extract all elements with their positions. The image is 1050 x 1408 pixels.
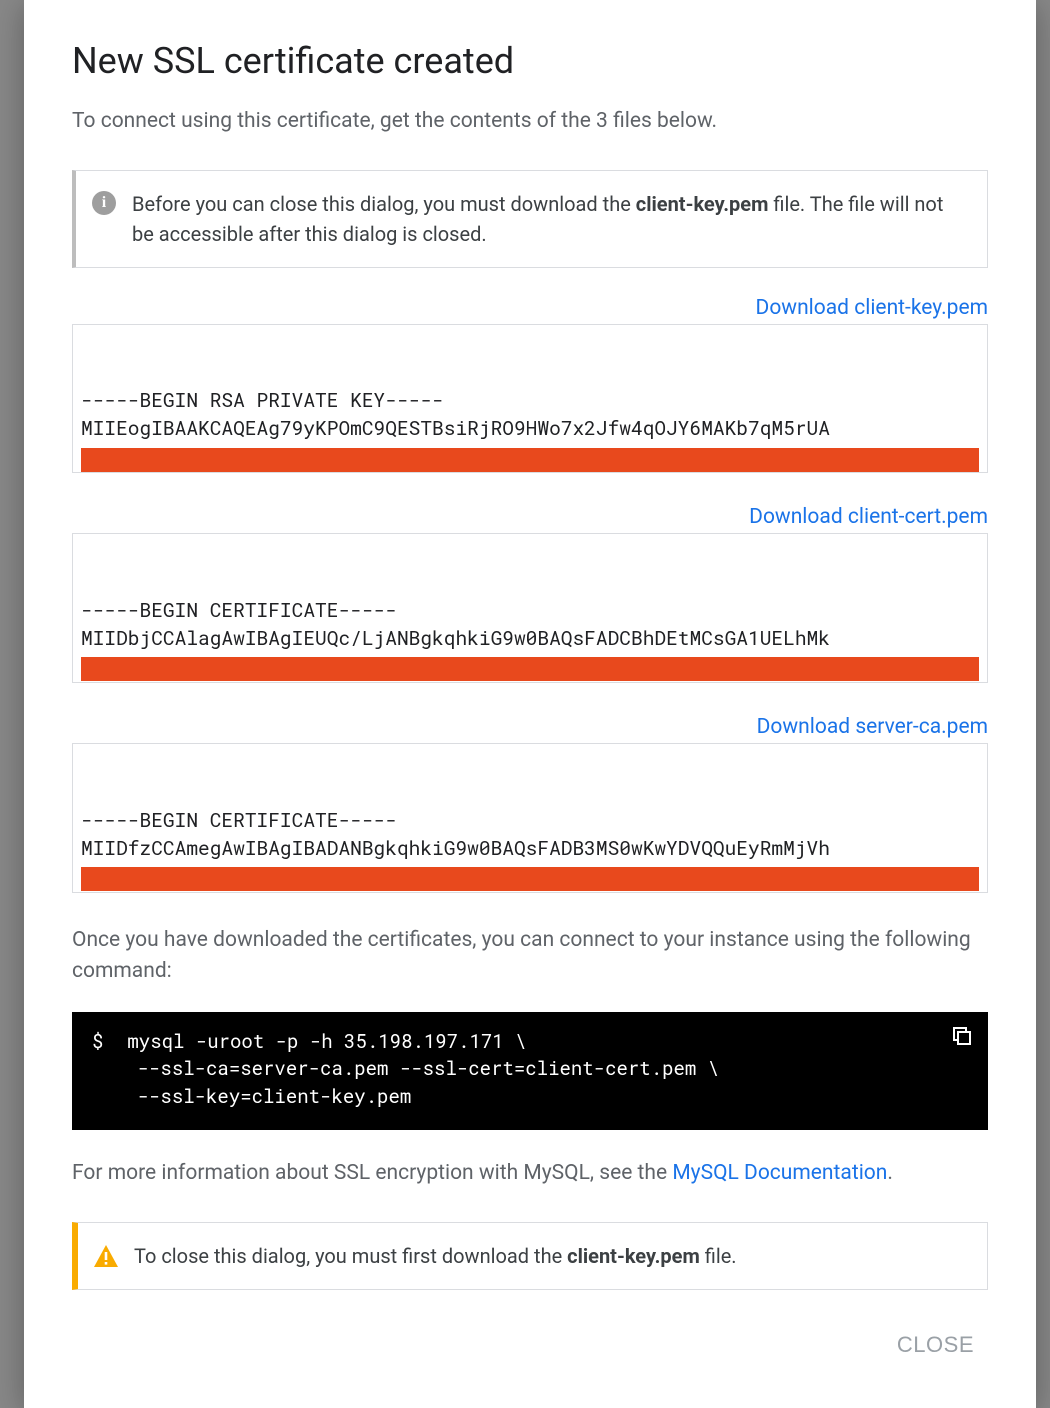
command-text: mysql -uroot -p -h 35.198.197.171 \ --ss… xyxy=(92,1029,719,1109)
cert-body-line: MIIDfzCCAmegAwIBAgIBADANBgkqhkiG9w0BAQsF… xyxy=(81,835,979,863)
warning-text: To close this dialog, you must first dow… xyxy=(134,1241,737,1271)
info-prefix: Before you can close this dialog, you mu… xyxy=(132,192,636,216)
more-info-text: For more information about SSL encryptio… xyxy=(72,1158,988,1190)
cert-body-line: MIIDbjCCAlagAwIBAgIEUQc/LjANBgkqhkiG9w0B… xyxy=(81,625,979,653)
client-key-content[interactable]: -----BEGIN RSA PRIVATE KEY-----MIIEogIBA… xyxy=(72,324,988,474)
mysql-documentation-link[interactable]: MySQL Documentation xyxy=(672,1161,887,1185)
warning-notice: To close this dialog, you must first dow… xyxy=(72,1222,988,1290)
more-info-suffix: . xyxy=(887,1161,893,1185)
copy-icon[interactable] xyxy=(950,1024,974,1048)
server-ca-content[interactable]: -----BEGIN CERTIFICATE-----MIIDfzCCAmegA… xyxy=(72,743,988,893)
info-bold: client-key.pem xyxy=(636,192,769,216)
redacted-block xyxy=(81,867,979,891)
dialog-title: New SSL certificate created xyxy=(72,40,988,82)
cert-header: -----BEGIN RSA PRIVATE KEY----- xyxy=(81,387,979,415)
redacted-block xyxy=(81,448,979,472)
client-cert-content[interactable]: -----BEGIN CERTIFICATE-----MIIDbjCCAlagA… xyxy=(72,533,988,683)
command-prompt: $ xyxy=(92,1029,103,1054)
info-notice-text: Before you can close this dialog, you mu… xyxy=(132,189,967,249)
warn-suffix: file. xyxy=(700,1244,737,1268)
warning-icon xyxy=(94,1245,118,1267)
info-icon: i xyxy=(92,191,116,215)
download-client-cert-link[interactable]: Download client-cert.pem xyxy=(72,505,988,529)
close-button[interactable]: CLOSE xyxy=(883,1322,988,1368)
warn-bold: client-key.pem xyxy=(567,1244,700,1268)
ssl-certificate-dialog: New SSL certificate created To connect u… xyxy=(24,0,1036,1408)
info-notice: i Before you can close this dialog, you … xyxy=(72,170,988,268)
more-info-prefix: For more information about SSL encryptio… xyxy=(72,1161,672,1185)
command-block[interactable]: $mysql -uroot -p -h 35.198.197.171 \ --s… xyxy=(72,1012,988,1131)
cert-header: -----BEGIN CERTIFICATE----- xyxy=(81,807,979,835)
post-download-text: Once you have downloaded the certificate… xyxy=(72,925,988,988)
dialog-footer: CLOSE xyxy=(72,1322,988,1368)
redacted-block xyxy=(81,657,979,681)
cert-body-line: MIIEogIBAAKCAQEAg79yKPOmC9QESTBsiRjRO9HW… xyxy=(81,415,979,443)
warn-prefix: To close this dialog, you must first dow… xyxy=(134,1244,567,1268)
download-server-ca-link[interactable]: Download server-ca.pem xyxy=(72,715,988,739)
download-client-key-link[interactable]: Download client-key.pem xyxy=(72,296,988,320)
cert-header: -----BEGIN CERTIFICATE----- xyxy=(81,597,979,625)
intro-text: To connect using this certificate, get t… xyxy=(72,106,988,138)
